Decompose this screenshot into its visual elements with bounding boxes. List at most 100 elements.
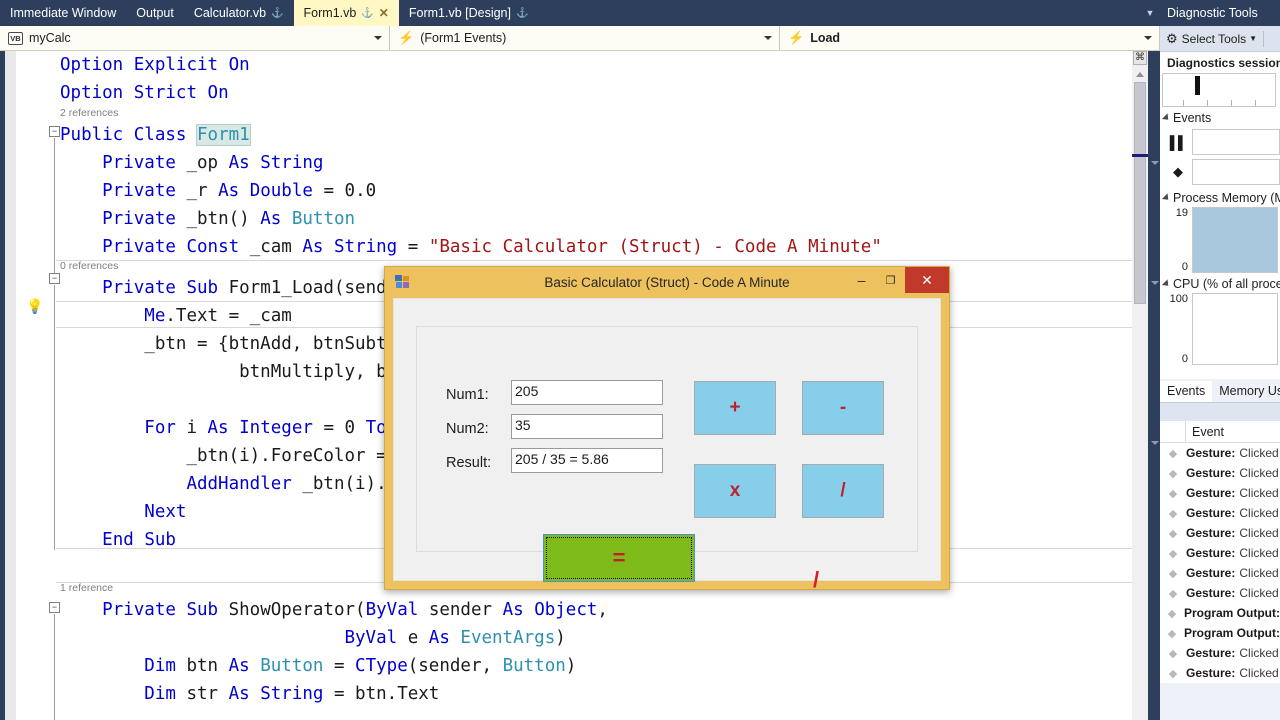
code-token: As — [228, 153, 250, 173]
code-line-11[interactable]: For i As Integer = 0 To 3 — [60, 414, 407, 442]
event-list-item[interactable]: ◆ Gesture: Clicked — [1160, 463, 1280, 483]
code-line-0[interactable]: Option Explicit On — [60, 51, 250, 79]
event-list-item[interactable]: ◆ Gesture: Clicked — [1160, 483, 1280, 503]
code-line-16[interactable]: Private Sub ShowOperator(ByVal sender As… — [60, 596, 608, 624]
diagnostic-tab-0[interactable]: Events — [1160, 381, 1213, 402]
maximize-button[interactable]: ❐ — [876, 267, 905, 293]
calculator-titlebar[interactable]: Basic Calculator (Struct) - Code A Minut… — [385, 267, 949, 298]
scroll-up-arrow-icon[interactable] — [1136, 72, 1144, 77]
event-list-item[interactable]: ◆ Program Output: — [1160, 603, 1280, 623]
close-button[interactable]: ✕ — [905, 267, 949, 293]
pin-icon[interactable]: ⚓ — [361, 8, 373, 19]
editor-tab-1[interactable]: Output — [126, 0, 184, 26]
code-token: ShowOperator( — [218, 600, 366, 620]
editor-left-rail — [0, 51, 5, 720]
editor-tab-0[interactable]: Immediate Window — [0, 0, 126, 26]
event-detail: Clicked — [1239, 446, 1279, 460]
method-dropdown[interactable]: ⚡ Load — [780, 26, 1160, 50]
scrollbar-thumb[interactable] — [1134, 82, 1146, 304]
code-line-14[interactable]: Next — [60, 498, 186, 526]
code-line-17[interactable]: ByVal e As EventArgs) — [60, 624, 565, 652]
editor-tab-2[interactable]: Calculator.vb ⚓ — [184, 0, 294, 26]
code-line-2[interactable]: Public Class Form1 — [60, 121, 251, 149]
code-token: As — [502, 600, 524, 620]
event-list-item[interactable]: ◆ Program Output: — [1160, 623, 1280, 643]
chevron-down-icon[interactable]: ▼ — [1249, 34, 1257, 43]
multiply-button[interactable]: x — [694, 464, 776, 518]
pin-icon[interactable]: ⚓ — [516, 8, 528, 19]
editor-split-handle[interactable]: ⌘ — [1133, 51, 1147, 65]
code-line-18[interactable]: Dim btn As Button = CType(sender, Button… — [60, 652, 576, 680]
section-process-memory[interactable]: Process Memory (M — [1160, 187, 1280, 207]
code-token: Sub — [144, 530, 176, 550]
minimize-button[interactable]: – — [847, 267, 876, 293]
close-icon[interactable]: ✕ — [379, 6, 389, 20]
add-button[interactable]: + — [694, 381, 776, 435]
calculator-window[interactable]: Basic Calculator (Struct) - Code A Minut… — [384, 266, 950, 592]
section-events[interactable]: Events — [1160, 107, 1280, 127]
code-line-4[interactable]: Private _r As Double = 0.0 — [60, 177, 376, 205]
event-list-item[interactable]: ◆ Gesture: Clicked — [1160, 543, 1280, 563]
divide-button[interactable]: / — [802, 464, 884, 518]
event-list-item[interactable]: ◆ Gesture: Clicked — [1160, 563, 1280, 583]
cpu-graph[interactable]: 100 0 — [1160, 293, 1280, 365]
section-cpu[interactable]: CPU (% of all proces — [1160, 273, 1280, 293]
editor-glyph-margin[interactable] — [16, 51, 56, 720]
event-list-item[interactable]: ◆ Gesture: Clicked — [1160, 583, 1280, 603]
code-line-8[interactable]: Me.Text = _cam — [60, 302, 292, 330]
num2-input[interactable]: 35 — [511, 414, 663, 439]
code-token: Private — [102, 209, 176, 229]
code-line-15[interactable]: End Sub — [60, 526, 176, 554]
codelens-references[interactable]: 2 references — [60, 107, 118, 120]
diagnostic-tab-1[interactable]: Memory Usa — [1212, 381, 1280, 402]
editor-tab-4[interactable]: Form1.vb [Design] ⚓ — [399, 0, 539, 26]
diagnostic-tools-toolbar: ⚙ Select Tools ▼ — [1160, 26, 1280, 52]
code-line-19[interactable]: Dim str As String = btn.Text — [60, 680, 439, 708]
project-dropdown[interactable]: VB myCalc — [0, 26, 390, 50]
code-line-6[interactable]: Private Const _cam As String = "Basic Ca… — [60, 233, 882, 261]
calculator-window-buttons: – ❐ ✕ — [847, 267, 949, 298]
members-dropdown[interactable]: ⚡ (Form1 Events) — [390, 26, 780, 50]
events-list[interactable]: Event ◆ Gesture: Clicked ◆ Gesture: Clicked ◆ G… — [1160, 421, 1280, 683]
event-category: Gesture: — [1186, 446, 1236, 460]
editor-tab-3[interactable]: Form1.vb ⚓ ✕ — [293, 0, 399, 26]
code-token: i — [175, 418, 208, 438]
event-list-item[interactable]: ◆ Gesture: Clicked — [1160, 443, 1280, 463]
result-input[interactable]: 205 / 35 = 5.86 — [511, 448, 663, 473]
event-list-item[interactable]: ◆ Gesture: Clicked — [1160, 663, 1280, 683]
events-track[interactable] — [1192, 159, 1280, 185]
equals-button[interactable]: = — [543, 534, 695, 582]
code-token: ByVal — [344, 628, 398, 648]
editor-vertical-scrollbar[interactable]: ⌘ — [1132, 51, 1148, 720]
subtract-button[interactable]: - — [802, 381, 884, 435]
events-filter-bar[interactable] — [1160, 403, 1280, 421]
events-track[interactable] — [1192, 129, 1280, 155]
diamond-icon: ◆ — [1173, 164, 1183, 179]
timeline-ruler[interactable] — [1162, 73, 1276, 107]
codelens-references[interactable]: 0 references — [60, 260, 118, 273]
event-list-item[interactable]: ◆ Gesture: Clicked — [1160, 523, 1280, 543]
code-line-5[interactable]: Private _btn() As Button — [60, 205, 355, 233]
event-list-item[interactable]: ◆ Gesture: Clicked — [1160, 503, 1280, 523]
code-token: Sub — [186, 600, 219, 620]
code-line-3[interactable]: Private _op As String — [60, 149, 323, 177]
pin-icon[interactable]: ⚓ — [271, 8, 283, 19]
lightbulb-icon[interactable]: 💡 — [26, 298, 43, 314]
code-line-9[interactable]: _btn = {btnAdd, btnSubtract, — [60, 330, 439, 358]
event-list-item[interactable]: ◆ Gesture: Clicked — [1160, 643, 1280, 663]
num1-input[interactable]: 205 — [511, 380, 663, 405]
codelens-references[interactable]: 1 reference — [60, 582, 113, 595]
code-line-1[interactable]: Option Strict On — [60, 79, 229, 107]
chevron-down-icon[interactable]: ▼ — [1140, 0, 1160, 26]
event-detail: Clicked — [1239, 666, 1279, 680]
process-memory-graph[interactable]: 19 0 — [1160, 207, 1280, 273]
select-tools-button[interactable]: Select Tools — [1182, 32, 1246, 46]
editor-tab-label: Form1.vb [Design] — [408, 6, 511, 20]
